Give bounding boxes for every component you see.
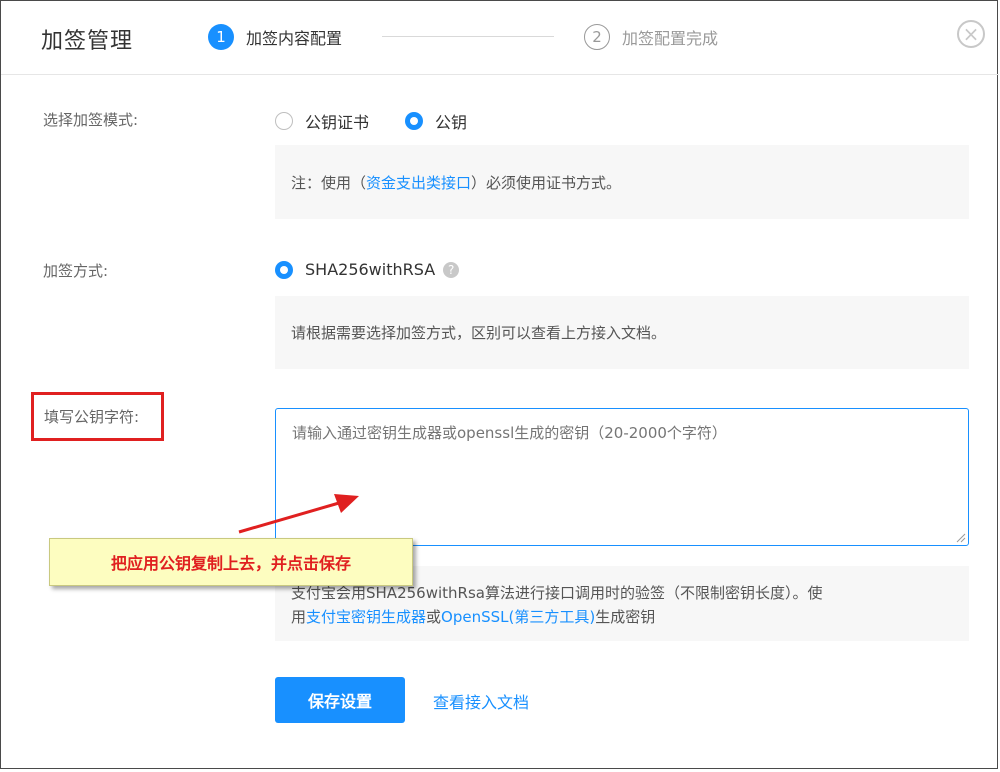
resize-grip-icon[interactable] [954,531,966,543]
public-key-label-text: 填写公钥字符: [44,408,140,426]
step-1-number: 1 [208,24,234,50]
mode-label: 选择加签模式: [43,111,139,129]
step-2-label: 加签配置完成 [622,29,719,48]
key-note-suffix: 生成密钥 [595,608,656,626]
step-2: 2 加签配置完成 [584,23,718,51]
public-key-label: 填写公钥字符: [31,392,164,441]
radio-off-icon [275,112,293,130]
radio-public-key[interactable]: 公钥 [405,109,467,133]
annotation-arrow-icon [238,494,359,534]
openssl-link[interactable]: OpenSSL(第三方工具) [441,608,595,626]
alipay-keygen-link[interactable]: 支付宝密钥生成器 [306,608,426,626]
step-1-label: 加签内容配置 [246,29,343,48]
dialog-header: 加签管理 1 加签内容配置 2 加签配置完成 × [1,1,999,75]
close-icon[interactable]: × [957,20,985,48]
public-key-input[interactable] [275,408,969,546]
save-settings-button[interactable]: 保存设置 [275,677,405,723]
radio-public-key-cert[interactable]: 公钥证书 [275,109,369,133]
key-note-middle: 或 [426,608,442,626]
fund-api-link[interactable]: 资金支出类接口 [366,172,471,193]
question-icon[interactable]: ? [443,261,460,278]
view-docs-link[interactable]: 查看接入文档 [433,689,529,713]
method-label: 加签方式: [43,262,109,280]
mode-note-prefix: 注：使用（ [291,173,367,192]
mode-note-suffix: ）必须使用证书方式。 [471,173,622,192]
annotation-callout-text: 把应用公钥复制上去，并点击保存 [110,554,351,573]
method-note: 请根据需要选择加签方式，区别可以查看上方接入文档。 [275,296,969,369]
dialog-title: 加签管理 [41,29,134,54]
radio-on-icon [275,260,293,279]
step-1: 1 加签内容配置 [208,23,342,51]
radio-sha256[interactable]: SHA256withRSA ? [275,260,460,279]
key-note-prefix: 用 [291,608,307,626]
radio-public-key-label: 公钥 [435,113,468,132]
step-connector [382,36,554,37]
mode-note: 注：使用（ 资金支出类接口 ）必须使用证书方式。 [275,145,969,219]
radio-on-icon [405,112,423,130]
radio-public-key-cert-label: 公钥证书 [305,113,370,132]
method-note-text: 请根据需要选择加签方式，区别可以查看上方接入文档。 [291,324,667,342]
radio-sha256-label: SHA256withRSA [305,260,436,279]
dialog: 加签管理 1 加签内容配置 2 加签配置完成 × 选择加签模式: 公钥证书 公钥… [0,0,999,769]
step-2-number: 2 [584,24,610,50]
key-note-line2: 用支付宝密钥生成器或OpenSSL(第三方工具)生成密钥 [291,605,953,629]
annotation-callout: 把应用公钥复制上去，并点击保存 [49,538,413,586]
